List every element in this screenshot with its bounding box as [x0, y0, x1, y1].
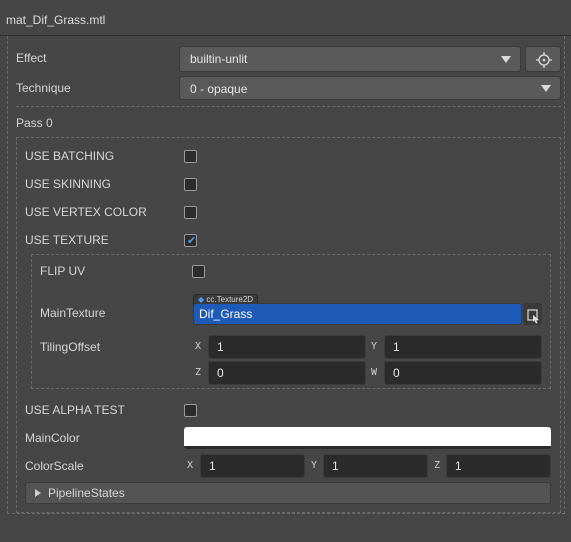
- color-scale-z-field[interactable]: 1: [446, 454, 551, 478]
- use-vertex-color-checkbox[interactable]: [184, 206, 197, 219]
- main-color-label: MainColor: [25, 431, 80, 445]
- color-scale-y-field[interactable]: 1: [323, 454, 428, 478]
- flip-uv-checkbox[interactable]: [192, 265, 205, 278]
- effect-dropdown[interactable]: builtin-unlit: [179, 46, 521, 72]
- section-divider: [16, 106, 561, 107]
- pipeline-states-label: PipelineStates: [48, 486, 125, 500]
- tiling-w-field[interactable]: 0: [384, 361, 542, 385]
- use-batching-checkbox[interactable]: [184, 150, 197, 163]
- use-vertex-color-label: USE VERTEX COLOR: [25, 205, 147, 219]
- tiling-x-axis-label: X: [195, 341, 202, 352]
- tiling-offset-label: TilingOffset: [40, 340, 101, 354]
- use-texture-label: USE TEXTURE: [25, 233, 109, 247]
- chevron-down-icon: [541, 85, 551, 92]
- technique-value: 0 - opaque: [190, 82, 248, 96]
- use-batching-label: USE BATCHING: [25, 149, 115, 163]
- technique-label: Technique: [16, 81, 71, 95]
- use-alpha-test-label: USE ALPHA TEST: [25, 403, 125, 417]
- asset-select-icon: [527, 309, 539, 324]
- inspector-title: mat_Dif_Grass.mtl: [6, 13, 106, 27]
- chevron-right-icon: [35, 489, 41, 497]
- main-texture-field[interactable]: Dif_Grass: [193, 303, 522, 325]
- effect-label: Effect: [16, 51, 47, 65]
- pipeline-states-foldout[interactable]: PipelineStates: [25, 482, 551, 504]
- color-scale-x-field[interactable]: 1: [200, 454, 305, 478]
- main-texture-label: MainTexture: [40, 306, 106, 320]
- use-skinning-checkbox[interactable]: [184, 178, 197, 191]
- checkmark-icon: ✔: [187, 235, 197, 247]
- tiling-y-field[interactable]: 1: [384, 335, 542, 359]
- tiling-y-axis-label: Y: [371, 341, 378, 352]
- tiling-x-field[interactable]: 1: [208, 335, 366, 359]
- asset-select-button[interactable]: [523, 303, 542, 325]
- color-scale-label: ColorScale: [25, 459, 84, 473]
- effect-value: builtin-unlit: [190, 52, 248, 66]
- tiling-z-field[interactable]: 0: [208, 361, 366, 385]
- use-alpha-test-checkbox[interactable]: [184, 404, 197, 417]
- color-scale-x-axis-label: X: [187, 460, 194, 471]
- tiling-z-axis-label: Z: [195, 367, 202, 378]
- color-scale-y-axis-label: Y: [311, 460, 318, 471]
- locate-effect-button[interactable]: [525, 46, 561, 72]
- flip-uv-label: FLIP UV: [40, 264, 86, 278]
- color-scale-z-axis-label: Z: [434, 460, 441, 471]
- chevron-down-icon: [501, 56, 511, 63]
- crosshair-icon: [536, 52, 552, 68]
- use-texture-checkbox[interactable]: ✔: [184, 234, 197, 247]
- pass-label: Pass 0: [16, 116, 53, 130]
- use-skinning-label: USE SKINNING: [25, 177, 112, 191]
- tiling-w-axis-label: W: [371, 367, 378, 378]
- technique-dropdown[interactable]: 0 - opaque: [179, 76, 561, 100]
- main-color-swatch[interactable]: [184, 427, 551, 449]
